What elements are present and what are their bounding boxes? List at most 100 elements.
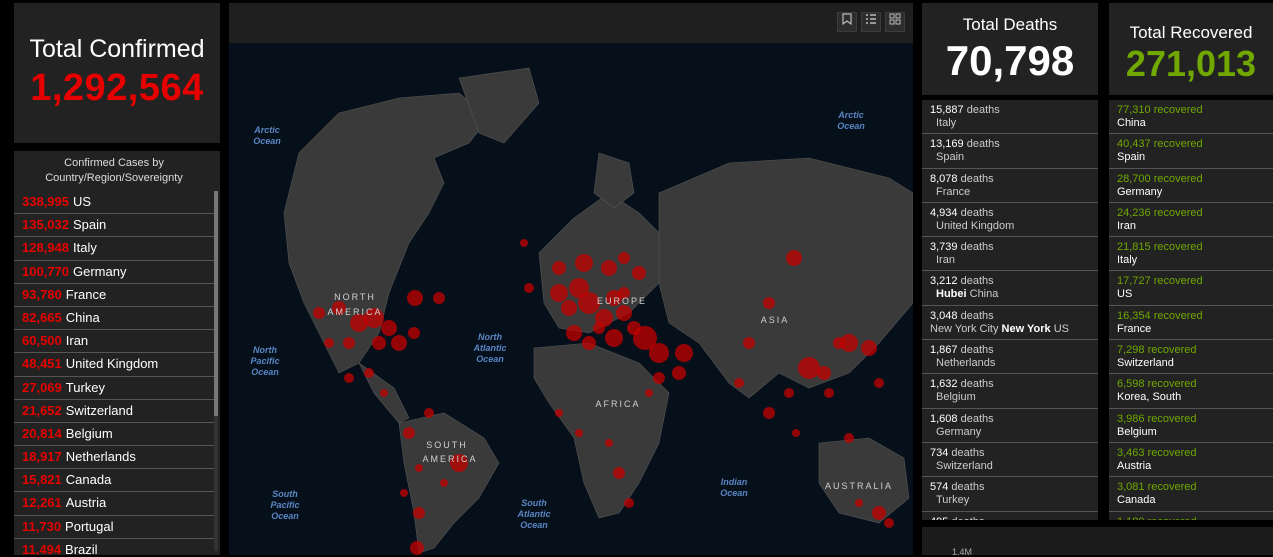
- case-marker[interactable]: [817, 366, 831, 380]
- list-item[interactable]: 100,770 Germany: [14, 261, 214, 284]
- list-item[interactable]: 4,934 deaths United Kingdom: [922, 203, 1098, 238]
- list-item[interactable]: 18,917 Netherlands: [14, 446, 214, 470]
- case-marker[interactable]: [792, 429, 800, 437]
- case-marker[interactable]: [884, 518, 894, 528]
- case-marker[interactable]: [763, 297, 775, 309]
- case-marker[interactable]: [524, 283, 534, 293]
- map-canvas[interactable]: Arctic Ocean Arctic Ocean North Pacific …: [229, 43, 913, 555]
- case-marker[interactable]: [632, 266, 646, 280]
- case-marker[interactable]: [566, 325, 582, 341]
- list-item[interactable]: 495 deaths: [922, 512, 1098, 520]
- case-marker[interactable]: [798, 357, 820, 379]
- scrollbar-thumb[interactable]: [214, 191, 218, 416]
- list-item[interactable]: 1,608 deaths Germany: [922, 409, 1098, 443]
- list-item[interactable]: 27,069 Turkey: [14, 377, 214, 400]
- case-marker[interactable]: [403, 427, 415, 439]
- case-marker[interactable]: [407, 290, 423, 306]
- case-marker[interactable]: [649, 343, 669, 363]
- case-marker[interactable]: [582, 336, 596, 350]
- case-marker[interactable]: [855, 499, 863, 507]
- case-marker[interactable]: [324, 338, 334, 348]
- case-marker[interactable]: [575, 429, 583, 437]
- case-marker[interactable]: [433, 292, 445, 304]
- bookmark-icon[interactable]: [837, 12, 857, 32]
- case-marker[interactable]: [408, 327, 420, 339]
- case-marker[interactable]: [364, 368, 374, 378]
- case-marker[interactable]: [675, 344, 693, 362]
- list-item[interactable]: 21,652 Switzerland: [14, 400, 214, 423]
- case-marker[interactable]: [763, 407, 775, 419]
- list-item[interactable]: 15,821 Canada: [14, 469, 214, 493]
- case-marker[interactable]: [874, 378, 884, 388]
- case-marker[interactable]: [555, 409, 563, 417]
- case-marker[interactable]: [844, 433, 854, 443]
- list-item[interactable]: 338,995 US: [14, 191, 214, 215]
- case-marker[interactable]: [624, 498, 634, 508]
- case-marker[interactable]: [645, 389, 653, 397]
- case-marker[interactable]: [400, 489, 408, 497]
- case-marker[interactable]: [786, 250, 802, 266]
- list-item[interactable]: 16,354 recovered France: [1109, 306, 1273, 341]
- case-marker[interactable]: [601, 260, 617, 276]
- recovered-list[interactable]: 77,310 recovered China 40,437 recovered Spa…: [1109, 100, 1273, 520]
- case-marker[interactable]: [824, 388, 834, 398]
- list-item[interactable]: 15,887 deaths Italy: [922, 100, 1098, 135]
- case-marker[interactable]: [552, 261, 566, 275]
- list-item[interactable]: 20,814 Belgium: [14, 423, 214, 447]
- case-marker[interactable]: [440, 479, 448, 487]
- list-item[interactable]: 60,500 Iran: [14, 330, 214, 354]
- list-item[interactable]: 48,451 United Kingdom: [14, 353, 214, 377]
- list-item[interactable]: 734 deaths Switzerland: [922, 443, 1098, 478]
- list-item[interactable]: 8,078 deaths France: [922, 169, 1098, 203]
- list-item[interactable]: 93,780 France: [14, 284, 214, 307]
- case-marker[interactable]: [520, 239, 528, 247]
- case-marker[interactable]: [391, 335, 407, 351]
- case-marker[interactable]: [575, 254, 593, 272]
- case-marker[interactable]: [380, 389, 388, 397]
- case-marker[interactable]: [424, 408, 434, 418]
- list-item[interactable]: 574 deaths Turkey: [922, 477, 1098, 512]
- list-item[interactable]: 1,867 deaths Netherlands: [922, 340, 1098, 375]
- list-item[interactable]: 77,310 recovered China: [1109, 100, 1273, 135]
- list-item[interactable]: 11,494 Brazil: [14, 539, 214, 555]
- list-item[interactable]: 21,815 recovered Italy: [1109, 237, 1273, 272]
- list-item[interactable]: 40,437 recovered Spain: [1109, 134, 1273, 169]
- list-item[interactable]: 7,298 recovered Switzerland: [1109, 340, 1273, 375]
- list-item[interactable]: 24,236 recovered Iran: [1109, 203, 1273, 238]
- case-marker[interactable]: [605, 439, 613, 447]
- list-item[interactable]: 11,730 Portugal: [14, 516, 214, 539]
- list-item[interactable]: 135,032 Spain: [14, 214, 214, 238]
- list-item[interactable]: 13,169 deaths Spain: [922, 134, 1098, 169]
- case-marker[interactable]: [381, 320, 397, 336]
- case-marker[interactable]: [343, 337, 355, 349]
- case-marker[interactable]: [415, 464, 423, 472]
- case-marker[interactable]: [605, 329, 623, 347]
- case-marker[interactable]: [618, 252, 630, 264]
- list-item[interactable]: 3,081 recovered Canada: [1109, 477, 1273, 512]
- deaths-list[interactable]: 15,887 deaths Italy 13,169 deaths Spain 8,07…: [922, 100, 1098, 520]
- case-marker[interactable]: [413, 507, 425, 519]
- list-item[interactable]: 128,948 Italy: [14, 237, 214, 261]
- case-marker[interactable]: [313, 307, 325, 319]
- list-icon[interactable]: [861, 12, 881, 32]
- list-item[interactable]: 17,727 recovered US: [1109, 271, 1273, 306]
- case-marker[interactable]: [616, 305, 632, 321]
- case-marker[interactable]: [344, 373, 354, 383]
- list-item[interactable]: 3,212 deaths Hubei China: [922, 271, 1098, 306]
- case-marker[interactable]: [410, 541, 424, 555]
- world-map[interactable]: Arctic Ocean Arctic Ocean North Pacific …: [229, 3, 913, 555]
- list-item[interactable]: 3,986 recovered Belgium: [1109, 409, 1273, 443]
- list-item[interactable]: 1,180 recovered: [1109, 512, 1273, 520]
- list-item[interactable]: 6,598 recovered Korea, South: [1109, 374, 1273, 409]
- case-marker[interactable]: [840, 334, 858, 352]
- case-marker[interactable]: [872, 506, 886, 520]
- case-marker[interactable]: [672, 366, 686, 380]
- list-item[interactable]: 3,739 deaths Iran: [922, 237, 1098, 272]
- case-marker[interactable]: [561, 300, 577, 316]
- list-item[interactable]: 12,261 Austria: [14, 492, 214, 516]
- case-marker[interactable]: [550, 284, 568, 302]
- case-marker[interactable]: [784, 388, 794, 398]
- case-marker[interactable]: [653, 372, 665, 384]
- case-marker[interactable]: [861, 340, 877, 356]
- case-marker[interactable]: [593, 322, 605, 334]
